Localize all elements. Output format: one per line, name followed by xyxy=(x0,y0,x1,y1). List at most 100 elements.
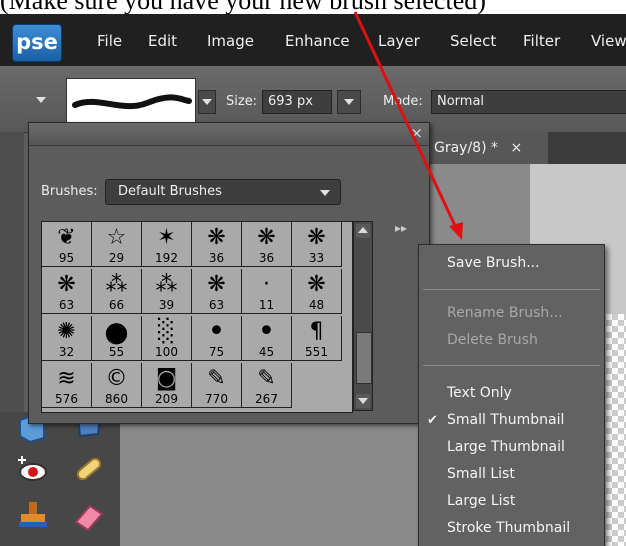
menu-separator xyxy=(423,365,600,366)
chevron-down-icon xyxy=(358,398,368,404)
brush-set-value: Default Brushes xyxy=(118,184,222,199)
brush-thumbnail[interactable]: ◙ 209 xyxy=(142,363,192,408)
brush-size-label: 36 xyxy=(208,251,225,265)
brush-thumbnail[interactable]: ✶ 192 xyxy=(142,222,192,267)
menu-filter[interactable]: Filter xyxy=(523,32,560,50)
menu-item-large-thumbnail[interactable]: Large Thumbnail xyxy=(447,439,565,455)
brush-size-label: 63 xyxy=(58,298,75,312)
brush-picker-titlebar: × xyxy=(29,123,429,146)
brush-thumbnail[interactable]: ❋ 36 xyxy=(242,222,292,267)
soft-round-brush-icon: • xyxy=(207,314,226,349)
menu-select[interactable]: Select xyxy=(450,32,496,50)
healing-brush-icon[interactable] xyxy=(72,452,106,486)
brush-thumbnail[interactable]: ⁂ 66 xyxy=(92,269,142,314)
brush-thumbnail[interactable]: ⁂ 39 xyxy=(142,269,192,314)
close-icon[interactable]: × xyxy=(510,140,522,156)
menu-item-rename-brush: Rename Brush... xyxy=(447,305,563,321)
menu-item-large-list[interactable]: Large List xyxy=(447,493,515,509)
brush-thumbnail[interactable]: ✎ 267 xyxy=(242,363,292,408)
menu-item-small-list[interactable]: Small List xyxy=(447,466,515,482)
menu-enhance[interactable]: Enhance xyxy=(285,32,350,50)
brush-size-label: 55 xyxy=(108,345,125,359)
chevron-down-icon xyxy=(202,99,212,105)
camera-brush-icon: ◙ xyxy=(155,366,178,391)
toolbox xyxy=(0,412,120,546)
brush-preview[interactable] xyxy=(66,78,196,126)
brush-thumbnail[interactable]: · 11 xyxy=(242,269,292,314)
text-brush-icon: ¶ xyxy=(309,319,324,344)
red-eye-tool-icon[interactable] xyxy=(16,452,50,486)
brush-thumbnail[interactable]: ¶ 551 xyxy=(292,316,342,361)
grunge-brush-icon: ❋ xyxy=(307,225,326,250)
brush-thumbnail[interactable]: ≋ 576 xyxy=(42,363,92,408)
brush-thumbnail[interactable]: ❋ 33 xyxy=(292,222,342,267)
document-tab-strip: Gray/8) * × xyxy=(420,132,626,164)
soft-round-brush-icon: • xyxy=(257,314,276,349)
scroll-up-button[interactable] xyxy=(356,224,370,238)
spatter-brush-icon: ⁂ xyxy=(105,272,128,297)
brush-size-label: 29 xyxy=(108,251,125,265)
brush-size-label: 45 xyxy=(258,345,275,359)
brush-set-dropdown[interactable]: Default Brushes xyxy=(105,179,341,205)
copyright-brush-icon: © xyxy=(105,366,128,391)
menu-edit[interactable]: Edit xyxy=(148,32,177,50)
brush-size-label: 192 xyxy=(155,251,178,265)
scroll-down-button[interactable] xyxy=(356,394,370,408)
brush-thumbnail[interactable]: ❋ 63 xyxy=(42,269,92,314)
brush-size-label: 100 xyxy=(155,345,178,359)
brush-size-label: 95 xyxy=(58,251,75,265)
grunge-brush-icon: ❋ xyxy=(307,272,326,297)
menu-file[interactable]: File xyxy=(97,32,122,50)
brush-thumbnail[interactable]: • 75 xyxy=(192,316,242,361)
document-tab-title: Gray/8) * xyxy=(434,140,499,156)
eraser-tool-icon[interactable] xyxy=(72,498,106,532)
brush-thumbnail[interactable]: ● 55 xyxy=(92,316,142,361)
brush-size-label: 209 xyxy=(155,392,178,406)
brush-dropdown-button[interactable] xyxy=(198,90,216,114)
clone-stamp-icon[interactable] xyxy=(16,498,50,532)
panel-menu-icon[interactable]: ▸▸ xyxy=(395,221,407,235)
brush-thumbnail[interactable]: ✎ 770 xyxy=(192,363,242,408)
brush-thumbnail[interactable]: ☆ 29 xyxy=(92,222,142,267)
mode-label: Mode: xyxy=(383,94,423,109)
chevron-down-icon xyxy=(320,190,330,196)
menu-item-delete-brush: Delete Brush xyxy=(447,332,538,348)
brush-size-label: 267 xyxy=(255,392,278,406)
menu-item-small-thumbnail[interactable]: Small Thumbnail xyxy=(447,412,564,428)
brush-size-label: 576 xyxy=(55,392,78,406)
scroll-thumb[interactable] xyxy=(356,332,372,384)
brush-thumbnail[interactable]: ❋ 63 xyxy=(192,269,242,314)
document-tab[interactable]: Gray/8) * × xyxy=(428,132,548,164)
brush-size-label: 32 xyxy=(58,345,75,359)
close-icon[interactable]: × xyxy=(410,123,423,143)
size-slider-button[interactable] xyxy=(337,90,361,114)
menu-layer[interactable]: Layer xyxy=(378,32,420,50)
brush-thumbnail[interactable]: ❋ 48 xyxy=(292,269,342,314)
menu-item-stroke-thumbnail[interactable]: Stroke Thumbnail xyxy=(447,520,570,536)
brush-thumbnail[interactable]: ✺ 32 xyxy=(42,316,92,361)
tool-preset-chevron-icon[interactable] xyxy=(36,97,46,103)
menu-item-text-only[interactable]: Text Only xyxy=(447,385,512,401)
brush-thumbnail[interactable]: • 45 xyxy=(242,316,292,361)
brush-size-label: 551 xyxy=(305,345,328,359)
brush-thumbnail[interactable]: ❦ 95 xyxy=(42,222,92,267)
brush-thumbnail[interactable]: ❋ 36 xyxy=(192,222,242,267)
brush-thumbnail[interactable]: © 860 xyxy=(92,363,142,408)
size-field[interactable]: 693 px xyxy=(262,90,332,114)
menu-view[interactable]: View xyxy=(591,32,626,50)
brush-grid-scrollbar[interactable] xyxy=(353,221,373,411)
grunge-brush-icon: ❋ xyxy=(207,272,226,297)
menu-image[interactable]: Image xyxy=(207,32,254,50)
menu-item-save-brush[interactable]: Save Brush... xyxy=(447,255,540,271)
brush-size-label: 770 xyxy=(205,392,228,406)
brush-size-label: 39 xyxy=(158,298,175,312)
handwriting-brush-icon: ✎ xyxy=(257,366,276,391)
star-brush-icon: ☆ xyxy=(106,225,127,250)
brush-thumbnail[interactable]: ░ 100 xyxy=(142,316,192,361)
brushes-label: Brushes: xyxy=(41,184,98,199)
mode-select[interactable]: Normal xyxy=(431,90,626,114)
brush-picker-panel: × Brushes: Default Brushes ❦ 95 ☆ 29 ✶ 192 ❋ 36… xyxy=(28,122,430,424)
checkmark-icon: ✔ xyxy=(427,413,438,428)
brush-size-label: 75 xyxy=(208,345,225,359)
brush-stroke-icon xyxy=(72,94,192,110)
